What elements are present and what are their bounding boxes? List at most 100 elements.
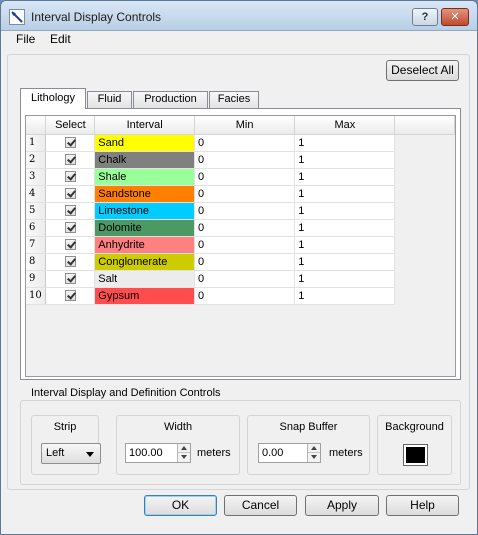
select-checkbox[interactable]	[64, 239, 76, 251]
max-cell[interactable]: 1	[294, 270, 396, 288]
table-row[interactable]: 8 Conglomerate 0 1	[26, 253, 455, 271]
close-button[interactable]: ✕	[441, 8, 469, 26]
table-row[interactable]: 9 Salt 0 1	[26, 270, 455, 288]
title-bar[interactable]: Interval Display Controls ? ✕	[1, 1, 477, 31]
table-row[interactable]: 5 Limestone 0 1	[26, 202, 455, 220]
select-cell[interactable]	[45, 134, 96, 152]
tab-fluid[interactable]: Fluid	[87, 91, 132, 108]
filler-cell	[394, 253, 455, 270]
table-row[interactable]: 2 Chalk 0 1	[26, 151, 455, 169]
select-cell[interactable]	[45, 219, 96, 237]
interval-cell[interactable]: Sandstone	[94, 185, 196, 203]
snap-increment-icon[interactable]	[308, 444, 320, 453]
cancel-button[interactable]: Cancel	[224, 495, 297, 516]
table-row[interactable]: 4 Sandstone 0 1	[26, 185, 455, 203]
menu-file[interactable]: File	[16, 32, 35, 46]
width-group: Width 100.00 meters	[116, 415, 240, 475]
max-cell[interactable]: 1	[294, 253, 396, 271]
select-cell[interactable]	[45, 151, 96, 169]
max-cell[interactable]: 1	[294, 219, 396, 237]
min-cell[interactable]: 0	[194, 185, 296, 203]
tab-lithology[interactable]: Lithology	[20, 88, 86, 109]
min-cell[interactable]: 0	[194, 253, 296, 271]
interval-cell[interactable]: Sand	[94, 134, 196, 152]
interval-cell[interactable]: Gypsum	[94, 287, 196, 305]
width-decrement-icon[interactable]	[178, 453, 190, 462]
select-checkbox[interactable]	[64, 205, 76, 217]
interval-cell[interactable]: Conglomerate	[94, 253, 196, 271]
select-checkbox[interactable]	[64, 188, 76, 200]
ok-button[interactable]: OK	[144, 495, 217, 516]
max-cell[interactable]: 1	[294, 151, 396, 169]
help-button[interactable]: Help	[386, 495, 459, 516]
min-cell[interactable]: 0	[194, 202, 296, 220]
background-color-swatch[interactable]	[403, 444, 428, 466]
help-title-button[interactable]: ?	[412, 8, 438, 26]
select-cell[interactable]	[45, 236, 96, 254]
section-title: Interval Display and Definition Controls	[29, 387, 223, 399]
max-column-header[interactable]: Max	[294, 116, 396, 135]
interval-column-header[interactable]: Interval	[94, 116, 196, 135]
deselect-all-button[interactable]: Deselect All	[386, 60, 459, 81]
min-cell[interactable]: 0	[194, 151, 296, 169]
max-cell[interactable]: 1	[294, 236, 396, 254]
max-cell[interactable]: 1	[294, 168, 396, 186]
apply-button[interactable]: Apply	[305, 495, 379, 516]
select-checkbox[interactable]	[64, 256, 76, 268]
width-increment-icon[interactable]	[178, 444, 190, 453]
select-checkbox[interactable]	[64, 222, 76, 234]
min-cell[interactable]: 0	[194, 219, 296, 237]
filler-cell	[394, 185, 455, 202]
row-number: 4	[26, 185, 47, 203]
min-cell[interactable]: 0	[194, 236, 296, 254]
max-cell[interactable]: 1	[294, 287, 396, 305]
interval-cell[interactable]: Chalk	[94, 151, 196, 169]
snap-decrement-icon[interactable]	[308, 453, 320, 462]
table-row[interactable]: 10 Gypsum 0 1	[26, 287, 455, 305]
min-cell[interactable]: 0	[194, 134, 296, 152]
select-checkbox[interactable]	[64, 290, 76, 302]
interval-cell[interactable]: Dolomite	[94, 219, 196, 237]
snap-buffer-unit: meters	[329, 447, 363, 459]
controls-group-box: Strip Left Width 100.00 meters Snap Buff…	[20, 400, 461, 485]
menu-edit[interactable]: Edit	[50, 32, 71, 46]
filler-cell	[394, 287, 455, 304]
tab-production[interactable]: Production	[133, 91, 208, 108]
select-checkbox[interactable]	[64, 154, 76, 166]
table-row[interactable]: 6 Dolomite 0 1	[26, 219, 455, 237]
select-cell[interactable]	[45, 270, 96, 288]
max-cell[interactable]: 1	[294, 202, 396, 220]
max-cell[interactable]: 1	[294, 134, 396, 152]
min-column-header[interactable]: Min	[194, 116, 296, 135]
tab-facies[interactable]: Facies	[209, 91, 259, 108]
strip-select[interactable]: Left	[41, 443, 101, 464]
snap-buffer-spinner[interactable]: 0.00	[258, 443, 321, 463]
select-cell[interactable]	[45, 202, 96, 220]
filler-cell	[394, 151, 455, 168]
select-column-header[interactable]: Select	[45, 116, 96, 135]
row-number: 3	[26, 168, 47, 186]
interval-cell[interactable]: Limestone	[94, 202, 196, 220]
width-spin-buttons	[177, 444, 190, 462]
min-cell[interactable]: 0	[194, 287, 296, 305]
max-cell[interactable]: 1	[294, 185, 396, 203]
table-row[interactable]: 1 Sand 0 1	[26, 134, 455, 152]
select-checkbox[interactable]	[64, 137, 76, 149]
table-row[interactable]: 3 Shale 0 1	[26, 168, 455, 186]
min-cell[interactable]: 0	[194, 270, 296, 288]
interval-cell[interactable]: Shale	[94, 168, 196, 186]
select-checkbox[interactable]	[64, 273, 76, 285]
select-cell[interactable]	[45, 287, 96, 305]
min-cell[interactable]: 0	[194, 168, 296, 186]
select-cell[interactable]	[45, 185, 96, 203]
interval-cell[interactable]: Salt	[94, 270, 196, 288]
select-checkbox[interactable]	[64, 171, 76, 183]
strip-label: Strip	[53, 421, 77, 433]
width-spinner[interactable]: 100.00	[125, 443, 191, 463]
table-row[interactable]: 7 Anhydrite 0 1	[26, 236, 455, 254]
select-cell[interactable]	[45, 168, 96, 186]
interval-table[interactable]: Select Interval Min Max 1 Sand 0 1 2 Chalk 0 1 3…	[25, 115, 456, 377]
strip-group: Strip Left	[31, 415, 101, 475]
select-cell[interactable]	[45, 253, 96, 271]
interval-cell[interactable]: Anhydrite	[94, 236, 196, 254]
